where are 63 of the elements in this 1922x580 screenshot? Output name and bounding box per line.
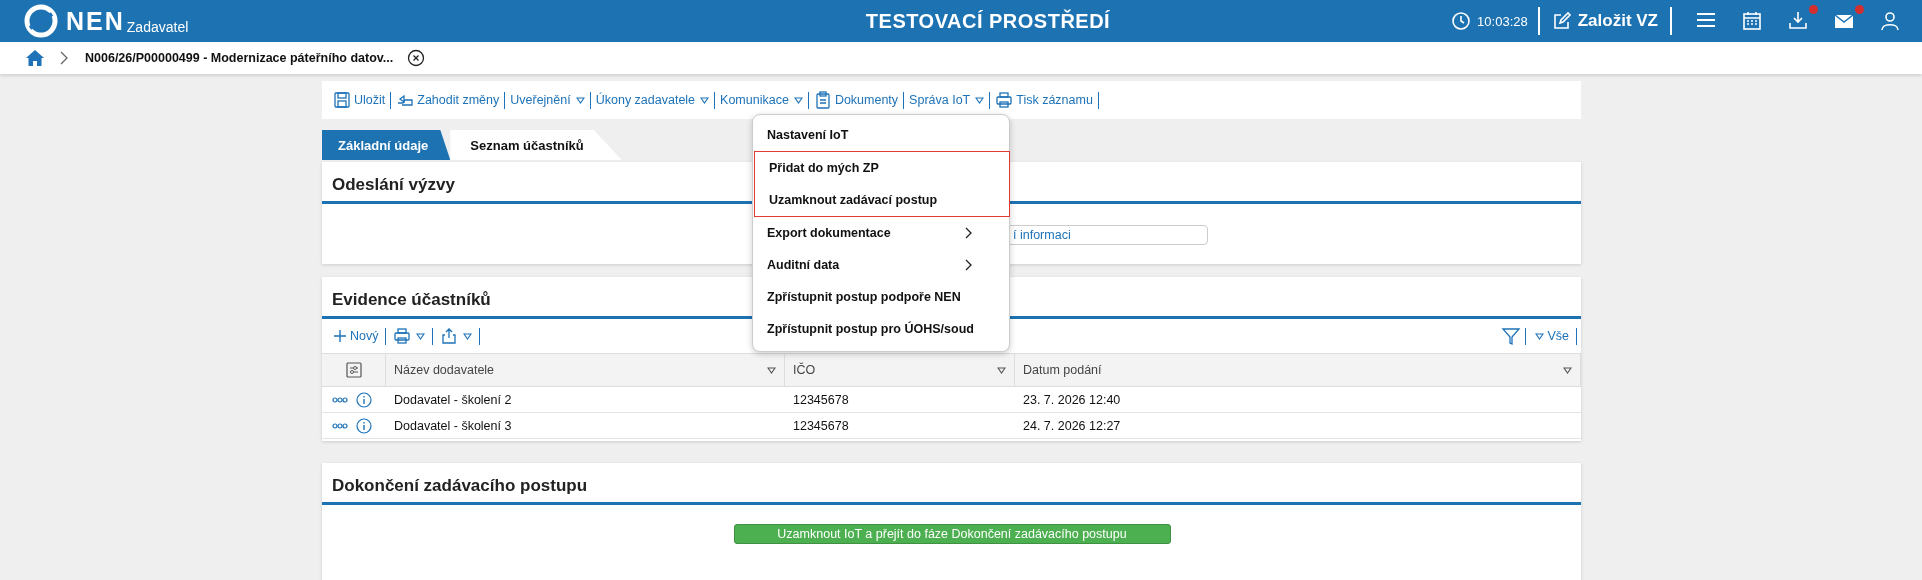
toolbar-button[interactable]: Zahodit změny: [391, 91, 505, 109]
column-header[interactable]: IČO: [785, 354, 1015, 386]
clipboard-icon: [813, 91, 832, 109]
caret-icon: [1563, 366, 1572, 374]
new-button[interactable]: Nový: [330, 329, 382, 343]
info-icon[interactable]: [356, 417, 372, 434]
calendar-icon[interactable]: [1740, 9, 1764, 33]
printer-icon: [393, 327, 412, 345]
tab[interactable]: Základní údaje: [322, 130, 451, 160]
table-cell-text: 12345678: [792, 417, 850, 435]
section-title: Dokončení zadávacího postupu: [322, 463, 1581, 505]
caret-icon: [767, 366, 776, 374]
table-cell-text: Dodavatel - školení 3: [393, 417, 513, 435]
role-label: Zadavatel: [126, 19, 189, 35]
caret-icon: [997, 366, 1006, 374]
toolbar-button[interactable]: Uložit: [328, 91, 391, 109]
table-cell-text: 24. 7. 2026 12:27: [1022, 417, 1122, 435]
menu-item[interactable]: Nastavení IoT: [753, 119, 1009, 151]
more-icon[interactable]: [332, 395, 348, 404]
caret-icon: [463, 332, 473, 340]
info-icon[interactable]: [356, 391, 372, 408]
more-icon[interactable]: [332, 421, 348, 430]
tab[interactable]: Seznam účastníků: [450, 130, 622, 160]
chevron-icon: [965, 259, 973, 271]
environment-title: TESTOVACÍ PROSTŘEDÍ: [864, 9, 1112, 33]
breadcrumb-link[interactable]: N006/26/P00000499 - Modernizace páteřního datov...: [85, 51, 394, 65]
logo-text: NEN: [66, 6, 125, 36]
save-icon: [333, 91, 351, 109]
chevron-icon: [965, 227, 973, 239]
plus-icon: [333, 329, 347, 343]
close-icon[interactable]: [407, 49, 426, 67]
lock-button[interactable]: Uzamknout IoT a přejít do fáze Dokončení zadávacího postupu: [733, 524, 1171, 544]
toolbar-button[interactable]: Úkony zadavatele: [590, 93, 715, 107]
chevron-icon: [59, 51, 69, 65]
filter-select[interactable]: Vše: [1530, 329, 1572, 343]
toolbar-button[interactable]: Správa IoT: [904, 93, 990, 107]
caret-icon: [975, 96, 985, 104]
edit-icon: [1551, 11, 1572, 31]
toolbar-button[interactable]: Dokumenty: [808, 91, 904, 109]
toolbar-button[interactable]: Uveřejnění: [505, 93, 590, 107]
share-icon: [440, 327, 459, 345]
caret-icon: [1535, 332, 1545, 340]
logo-icon[interactable]: [24, 4, 58, 38]
filter-icon[interactable]: [1501, 326, 1522, 346]
clock-time: 10:03:28: [1477, 13, 1528, 29]
table-cell-text: 23. 7. 2026 12:40: [1022, 391, 1122, 409]
clock-icon: [1451, 11, 1472, 31]
column-header[interactable]: Datum podání: [1015, 354, 1581, 386]
menu-item[interactable]: Zpřístupnit postup podpoře NEN: [753, 281, 1009, 313]
caret-icon: [575, 96, 585, 104]
toolbar-button[interactable]: Tisk záznamu: [990, 91, 1098, 109]
column-header[interactable]: Název dodavatele: [386, 354, 785, 386]
printer-icon: [995, 91, 1014, 109]
caret-icon: [793, 96, 803, 104]
toolbar-button[interactable]: Komunikace: [715, 93, 808, 107]
table-cell-text: Dodavatel - školení 2: [393, 391, 513, 409]
create-button[interactable]: Založit VZ: [1539, 11, 1670, 31]
table-cell-text: 12345678: [792, 391, 850, 409]
caret-icon: [416, 332, 426, 340]
caret-icon: [700, 96, 710, 104]
user-icon[interactable]: [1878, 9, 1902, 33]
home-icon[interactable]: [25, 49, 45, 67]
column-settings-icon[interactable]: [344, 361, 363, 379]
